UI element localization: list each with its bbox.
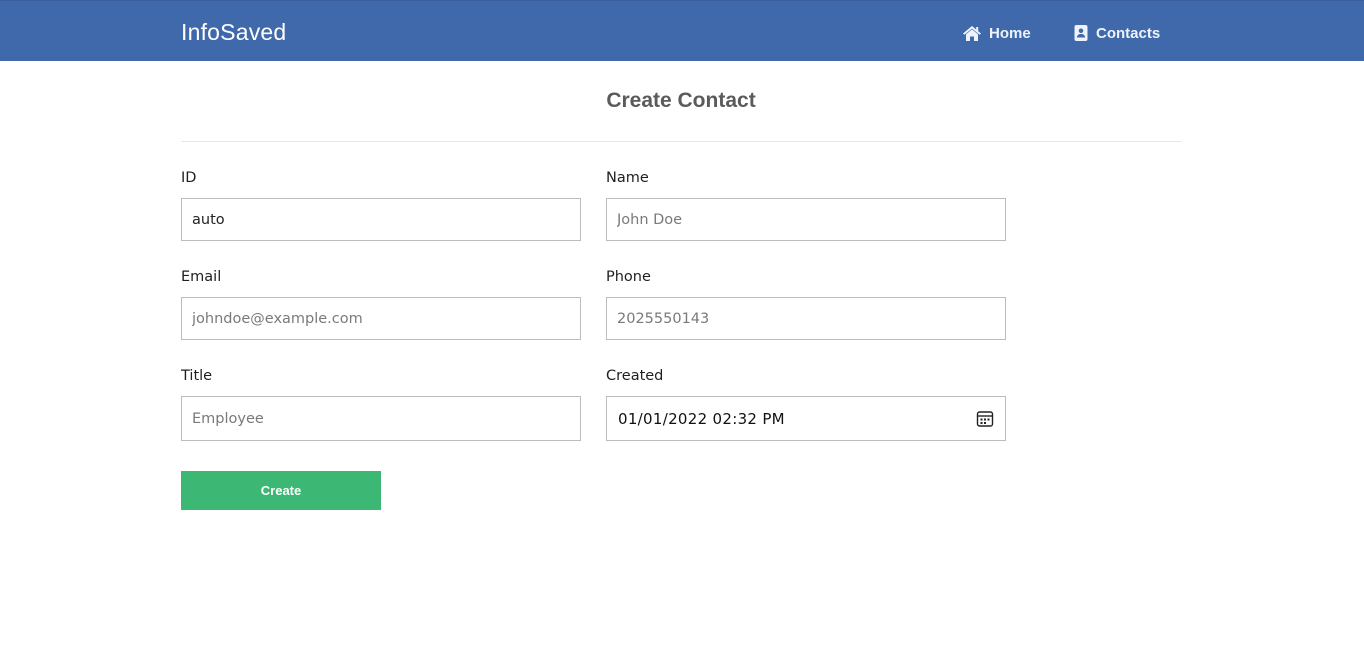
email-label: Email	[181, 269, 222, 285]
phone-field[interactable]	[606, 297, 1006, 340]
calendar-icon[interactable]	[976, 410, 994, 428]
create-button[interactable]: Create	[181, 471, 381, 510]
page-title: Create Contact	[606, 89, 756, 112]
nav-link-contacts[interactable]: Contacts	[1073, 23, 1160, 43]
created-datetime-value[interactable]: 01/01/2022 02:32 PM	[618, 410, 976, 428]
title-field[interactable]	[181, 396, 581, 441]
created-label: Created	[606, 368, 664, 384]
phone-label: Phone	[606, 269, 651, 285]
name-field[interactable]	[606, 198, 1006, 241]
nav-link-home-label: Home	[989, 24, 1031, 42]
id-field[interactable]	[181, 198, 581, 241]
navbar: InfoSaved Home Contacts	[0, 0, 1364, 61]
email-field[interactable]	[181, 297, 581, 340]
brand-logo[interactable]: InfoSaved	[181, 19, 286, 46]
title-divider	[181, 141, 1181, 142]
created-datetime-field[interactable]: 01/01/2022 02:32 PM	[606, 396, 1006, 441]
title-label: Title	[181, 368, 213, 384]
home-icon	[962, 24, 982, 42]
nav-link-contacts-label: Contacts	[1096, 24, 1161, 42]
id-label: ID	[181, 170, 197, 186]
name-label: Name	[606, 170, 649, 186]
address-book-icon	[1073, 24, 1088, 42]
nav-link-home[interactable]: Home	[962, 23, 1031, 43]
